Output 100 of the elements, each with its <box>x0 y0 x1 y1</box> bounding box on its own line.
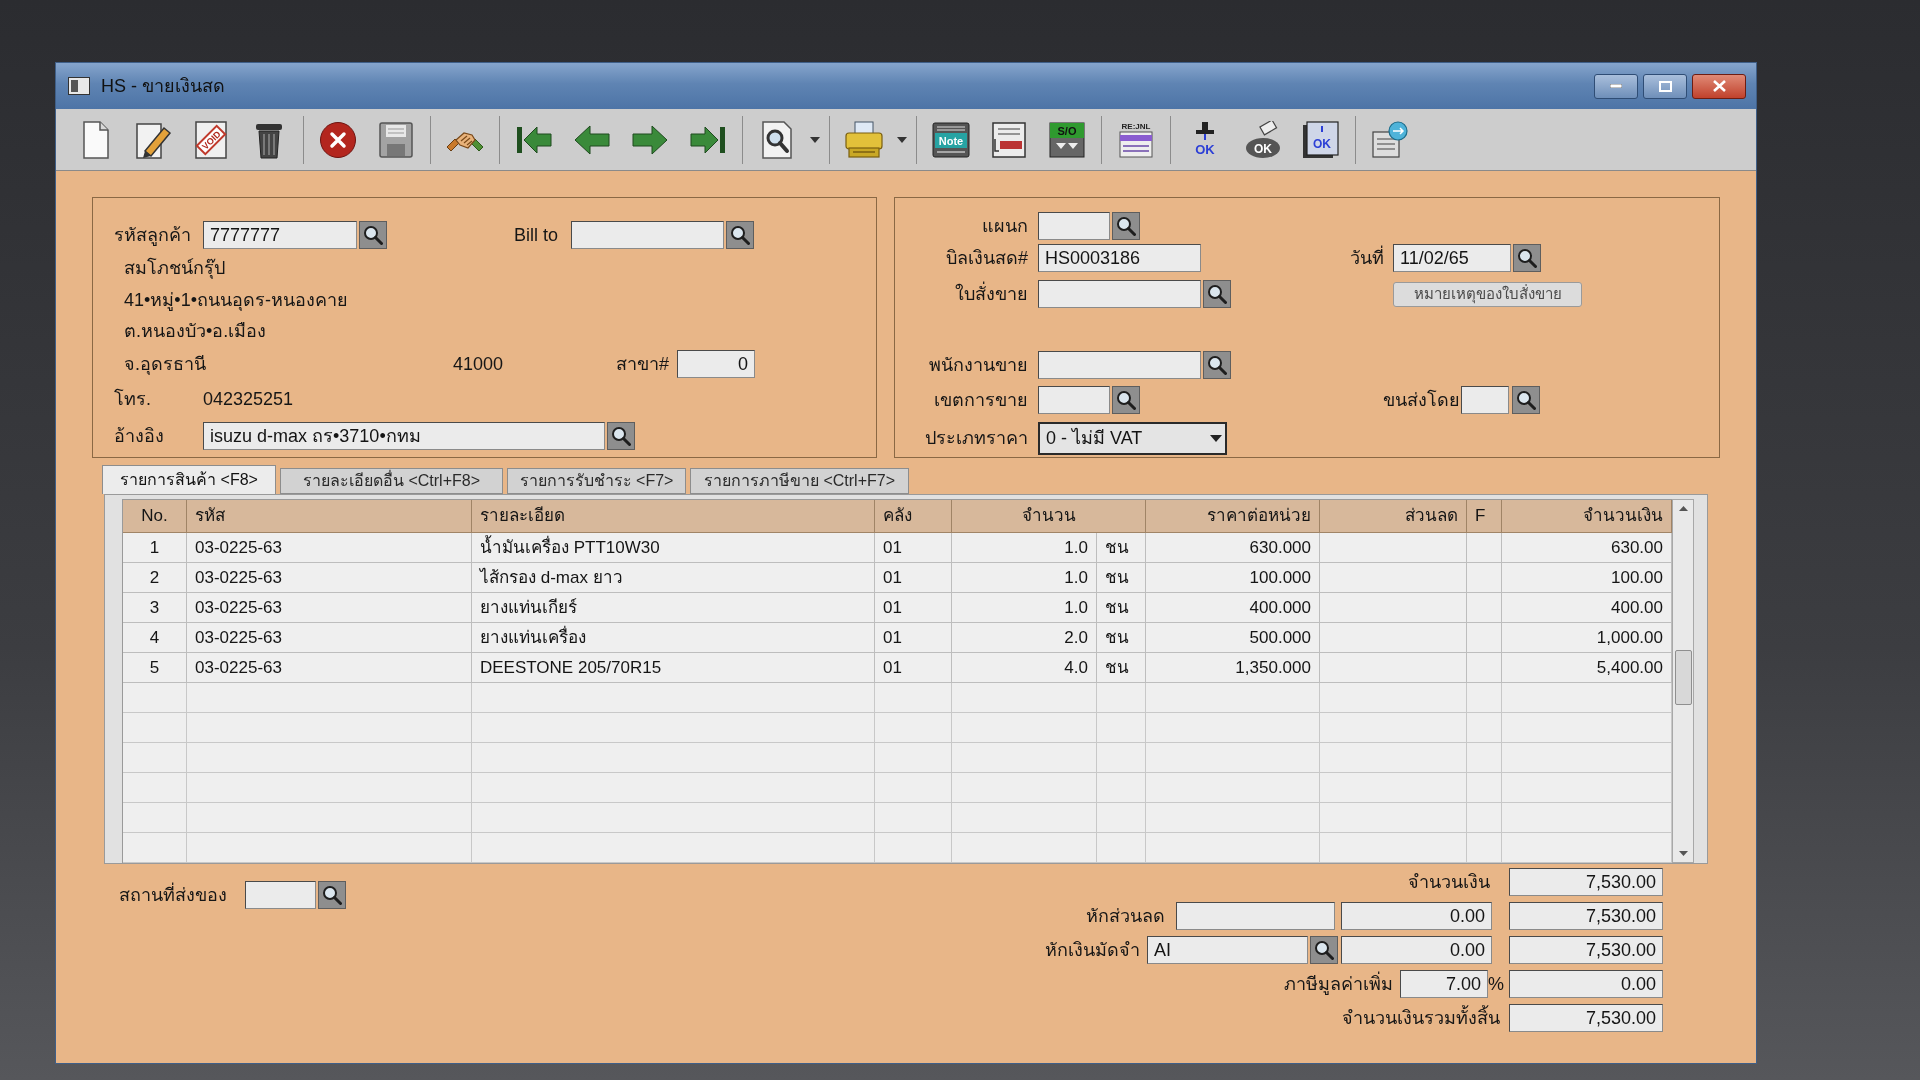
table-cell: 1,350.000 <box>1146 653 1320 683</box>
table-cell: 2 <box>123 563 187 593</box>
empty-cell <box>1467 803 1502 833</box>
document-icon <box>990 120 1028 159</box>
sales-order-field[interactable] <box>1038 280 1201 308</box>
after-discount-field: 7,530.00 <box>1509 902 1663 930</box>
reference-label: อ้างอิง <box>114 424 165 448</box>
cash-bill-field[interactable]: HS0003186 <box>1038 244 1201 272</box>
table-cell: 630.000 <box>1146 533 1320 563</box>
note-icon: Note <box>932 120 970 159</box>
empty-cell <box>123 683 187 713</box>
table-cell: 4.0 <box>952 653 1097 683</box>
maximize-button[interactable] <box>1643 73 1687 99</box>
date-field[interactable]: 11/02/65 <box>1393 244 1511 272</box>
table-cell: ยางแท่นเครื่อง <box>472 623 875 653</box>
empty-cell <box>123 743 187 773</box>
search-button[interactable] <box>1512 386 1540 414</box>
search-icon <box>363 225 383 245</box>
erase-button[interactable]: OK <box>1234 112 1292 167</box>
search-icon <box>611 426 631 446</box>
approve-button[interactable]: OK <box>1292 112 1350 167</box>
scrollbar-thumb[interactable] <box>1674 650 1692 705</box>
customer-code-label: รหัสลูกค้า <box>114 223 192 248</box>
search-button[interactable] <box>1513 244 1541 272</box>
empty-cell <box>1467 833 1502 863</box>
table-cell: 01 <box>875 653 952 683</box>
search-button[interactable] <box>726 221 754 249</box>
minimize-button[interactable] <box>1594 73 1638 99</box>
sales-area-label: เขตการขาย <box>933 388 1028 412</box>
empty-cell <box>1097 773 1146 803</box>
empty-cell <box>1097 713 1146 743</box>
sales-order-button[interactable]: S/O <box>1038 112 1096 167</box>
stamp-button[interactable]: OK <box>1176 112 1234 167</box>
branch-label: สาขา# <box>616 352 670 376</box>
tab[interactable]: รายการสินค้า <F8> <box>102 465 276 494</box>
empty-cell <box>1097 743 1146 773</box>
search-button[interactable] <box>1112 212 1140 240</box>
empty-cell <box>1097 803 1146 833</box>
table-cell: 03-0225-63 <box>187 533 472 563</box>
discount-label: หักส่วนลด <box>1086 904 1165 928</box>
sales-order-label: ใบสั่งขาย <box>954 280 1028 306</box>
table-cell: 3 <box>123 593 187 623</box>
table-cell: 1 <box>123 533 187 563</box>
close-button[interactable] <box>1692 73 1746 99</box>
search-button[interactable] <box>1310 936 1338 964</box>
table-cell: DEESTONE 205/70R15 <box>472 653 875 683</box>
vat-amount-field: 0.00 <box>1509 970 1663 998</box>
percent-sign: % <box>1488 972 1505 996</box>
customer-code-field[interactable]: 7777777 <box>203 221 357 249</box>
empty-cell <box>123 773 187 803</box>
deposit-amount-field[interactable]: 0.00 <box>1341 936 1492 964</box>
customer-name: สมโภชน์กรุ๊ป <box>124 256 225 281</box>
search-icon <box>1207 355 1227 375</box>
column-header: คลัง <box>875 500 952 533</box>
table-cell: ชน <box>1097 593 1146 623</box>
department-field[interactable] <box>1038 212 1110 240</box>
tab[interactable]: รายการรับชำระ <F7> <box>507 468 686 494</box>
search-button[interactable] <box>607 422 635 450</box>
table-cell: 03-0225-63 <box>187 623 472 653</box>
search-button[interactable] <box>359 221 387 249</box>
tab[interactable]: รายการภาษีขาย <Ctrl+F7> <box>690 468 909 494</box>
close-icon <box>1712 80 1726 92</box>
table-cell: 2.0 <box>952 623 1097 653</box>
scrollbar[interactable] <box>1672 499 1694 863</box>
table-cell: ไส้กรอง d-max ยาว <box>472 563 875 593</box>
bill-to-label: Bill to <box>514 223 559 247</box>
search-button[interactable] <box>318 881 346 909</box>
grand-total-field: 7,530.00 <box>1509 1004 1663 1032</box>
salesperson-field[interactable] <box>1038 351 1201 379</box>
order-note-button[interactable]: หมายเหตุของใบสั่งขาย <box>1393 281 1582 307</box>
shipping-label: ขนส่งโดย <box>1382 388 1460 412</box>
table-cell: 1.0 <box>952 593 1097 623</box>
reference-field[interactable]: isuzu d-max ถร•3710•กทม <box>203 422 605 450</box>
scroll-up-icon <box>1678 506 1688 511</box>
bill-to-field[interactable] <box>571 221 724 249</box>
search-icon <box>1116 390 1136 410</box>
deposit-code-field[interactable]: AI <box>1147 936 1308 964</box>
table-cell: 03-0225-63 <box>187 563 472 593</box>
search-button[interactable] <box>1203 280 1231 308</box>
amount-label: จำนวนเงิน <box>1408 870 1490 894</box>
table-cell: 01 <box>875 593 952 623</box>
price-type-select[interactable]: 0 - ไม่มี VAT <box>1038 421 1227 455</box>
discount-field[interactable] <box>1176 902 1335 930</box>
journal-button[interactable]: RE:JNL <box>1107 112 1165 167</box>
sales-area-field[interactable] <box>1038 386 1110 414</box>
column-header: ส่วนลด <box>1320 500 1467 533</box>
tab[interactable]: รายละเอียดอื่น <Ctrl+F8> <box>280 468 503 494</box>
branch-field[interactable]: 0 <box>677 350 755 378</box>
shipping-field[interactable] <box>1461 386 1509 414</box>
search-button[interactable] <box>1203 351 1231 379</box>
vat-rate-field[interactable]: 7.00 <box>1400 970 1488 998</box>
search-button[interactable] <box>1112 386 1140 414</box>
maximize-icon <box>1658 80 1672 92</box>
discount-amount-field[interactable]: 0.00 <box>1341 902 1492 930</box>
amount-field: 7,530.00 <box>1509 868 1663 896</box>
table-cell: 1.0 <box>952 563 1097 593</box>
price-type-label: ประเภทราคา <box>924 426 1028 450</box>
table-cell: 400.000 <box>1146 593 1320 623</box>
delivery-place-field[interactable] <box>245 881 316 909</box>
province: จ.อุดรธานี <box>124 352 207 377</box>
